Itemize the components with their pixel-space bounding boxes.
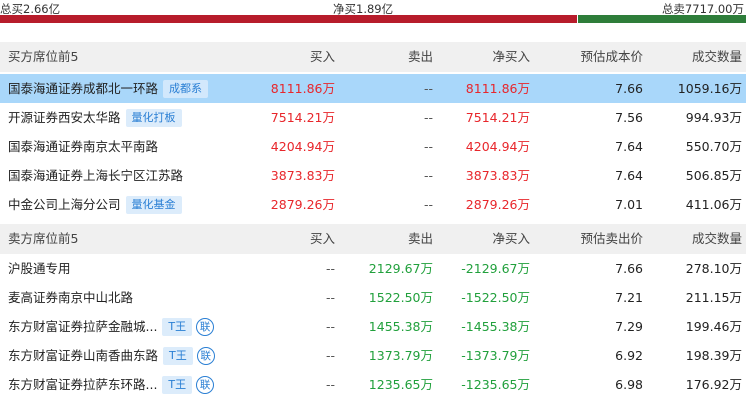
sell-amount: -- [423,110,433,125]
linked-seats-icon[interactable]: 联 [196,318,215,336]
seat-name[interactable]: 开源证券西安太华路 量化打板 [8,103,182,132]
seat-tag[interactable]: T王 [163,347,193,365]
buy-row[interactable]: 国泰海通证券南京太平南路 4204.94万 -- 4204.94万 7.64 5… [0,132,746,161]
buy-header-price: 预估成本价 [580,49,643,64]
buy-section-header: 买方席位前5 买入 卖出 净买入 预估成本价 成交数量 [0,42,746,72]
buy-amount: -- [325,377,335,392]
cost-price: 7.64 [615,139,643,154]
sell-header-sell: 卖出 [407,231,433,246]
seat-tag[interactable]: T王 [162,318,193,336]
volume: 278.10万 [685,261,742,276]
buy-row[interactable]: 国泰海通证券成都北一环路 成都系 8111.86万 -- 8111.86万 7.6… [0,74,746,103]
buy-amount: -- [325,261,335,276]
volume: 198.39万 [685,348,742,363]
volume: 411.06万 [685,197,742,212]
buy-amount: -- [325,348,335,363]
sell-row[interactable]: 东方财富证券山南香曲东路 T王联 -- 1373.79万 -1373.79万 6.… [0,341,746,370]
seat-name[interactable]: 麦高证券南京中山北路 [8,283,133,312]
seat-name[interactable]: 国泰海通证券上海长宁区江苏路 [8,161,183,190]
seat-name[interactable]: 中金公司上海分公司 量化基金 [8,190,182,219]
seat-tag[interactable]: 量化打板 [125,109,182,127]
net-amount: 4204.94万 [465,139,530,154]
sell-row[interactable]: 东方财富证券拉萨金融城... T王联 -- 1455.38万 -1455.38万 … [0,312,746,341]
cost-price: 7.01 [615,197,643,212]
volume: 199.46万 [685,319,742,334]
sell-amount: 1373.79万 [368,348,433,363]
sell-ratio-bar [578,15,746,23]
volume: 550.70万 [685,139,742,154]
seat-name[interactable]: 国泰海通证券南京太平南路 [8,132,158,161]
sell-header-volume: 成交数量 [691,231,742,246]
sell-price: 7.21 [615,290,643,305]
seat-name[interactable]: 东方财富证券拉萨东环路... T王联 [8,370,215,399]
cost-price: 7.66 [615,81,643,96]
sell-price: 6.98 [615,377,643,392]
sell-section-header: 卖方席位前5 买入 卖出 净买入 预估卖出价 成交数量 [0,224,746,254]
sell-amount: 1522.50万 [368,290,433,305]
linked-seats-icon[interactable]: 联 [196,376,215,394]
cost-price: 7.56 [615,110,643,125]
buy-header-volume: 成交数量 [691,49,742,64]
seat-name[interactable]: 东方财富证券拉萨金融城... T王联 [8,312,215,341]
net-amount: 8111.86万 [465,81,530,96]
sell-header-price: 预估卖出价 [580,231,643,246]
buy-row[interactable]: 中金公司上海分公司 量化基金 2879.26万 -- 2879.26万 7.01 … [0,190,746,219]
buy-row[interactable]: 国泰海通证券上海长宁区江苏路 3873.83万 -- 3873.83万 7.64… [0,161,746,190]
cost-price: 7.64 [615,168,643,183]
sell-amount: -- [423,197,433,212]
buy-header-buy: 买入 [309,49,335,64]
buy-ratio-bar [0,15,577,23]
sell-row[interactable]: 东方财富证券拉萨东环路... T王联 -- 1235.65万 -1235.65万 … [0,370,746,399]
sell-header-buy: 买入 [309,231,335,246]
buy-amount: 8111.86万 [270,81,335,96]
sell-price: 6.92 [615,348,643,363]
volume: 1059.16万 [677,81,742,96]
sell-price: 7.29 [615,319,643,334]
buy-amount: 4204.94万 [270,139,335,154]
sell-amount: -- [423,139,433,154]
volume: 211.15万 [685,290,742,305]
summary-bar: 总买2.66亿 净买1.89亿 总卖7717.00万 [0,0,746,30]
seat-tag[interactable]: 成都系 [163,80,209,98]
volume: 506.85万 [685,168,742,183]
sell-amount: 1235.65万 [368,377,433,392]
net-amount: -1455.38万 [461,319,530,334]
sell-amount: -- [423,168,433,183]
sell-amount: 2129.67万 [368,261,433,276]
seat-tag[interactable]: T王 [162,376,193,394]
seat-name[interactable]: 东方财富证券山南香曲东路 T王联 [8,341,215,370]
sell-row[interactable]: 沪股通专用 -- 2129.67万 -2129.67万 7.66 278.10万 [0,254,746,283]
sell-header-net: 净买入 [492,231,530,246]
linked-seats-icon[interactable]: 联 [196,347,215,365]
buy-amount: -- [325,290,335,305]
net-amount: -1373.79万 [461,348,530,363]
buy-header-name: 买方席位前5 [8,49,79,64]
seat-tag[interactable]: 量化基金 [125,196,182,214]
net-amount: 3873.83万 [465,168,530,183]
buy-amount: 2879.26万 [270,197,335,212]
sell-header-name: 卖方席位前5 [8,231,79,246]
net-amount: -1522.50万 [461,290,530,305]
buy-amount: 3873.83万 [270,168,335,183]
sell-amount: -- [423,81,433,96]
seat-name[interactable]: 沪股通专用 [8,254,71,283]
net-amount: 7514.21万 [465,110,530,125]
net-amount: -1235.65万 [461,377,530,392]
buy-amount: -- [325,319,335,334]
net-amount: 2879.26万 [465,197,530,212]
buy-header-net: 净买入 [492,49,530,64]
net-amount: -2129.67万 [461,261,530,276]
sell-row[interactable]: 麦高证券南京中山北路 -- 1522.50万 -1522.50万 7.21 21… [0,283,746,312]
volume: 994.93万 [685,110,742,125]
buy-amount: 7514.21万 [270,110,335,125]
sell-amount: 1455.38万 [368,319,433,334]
volume: 176.92万 [685,377,742,392]
sell-price: 7.66 [615,261,643,276]
seat-name[interactable]: 国泰海通证券成都北一环路 成都系 [8,74,209,103]
buy-row[interactable]: 开源证券西安太华路 量化打板 7514.21万 -- 7514.21万 7.56 … [0,103,746,132]
buy-header-sell: 卖出 [407,49,433,64]
